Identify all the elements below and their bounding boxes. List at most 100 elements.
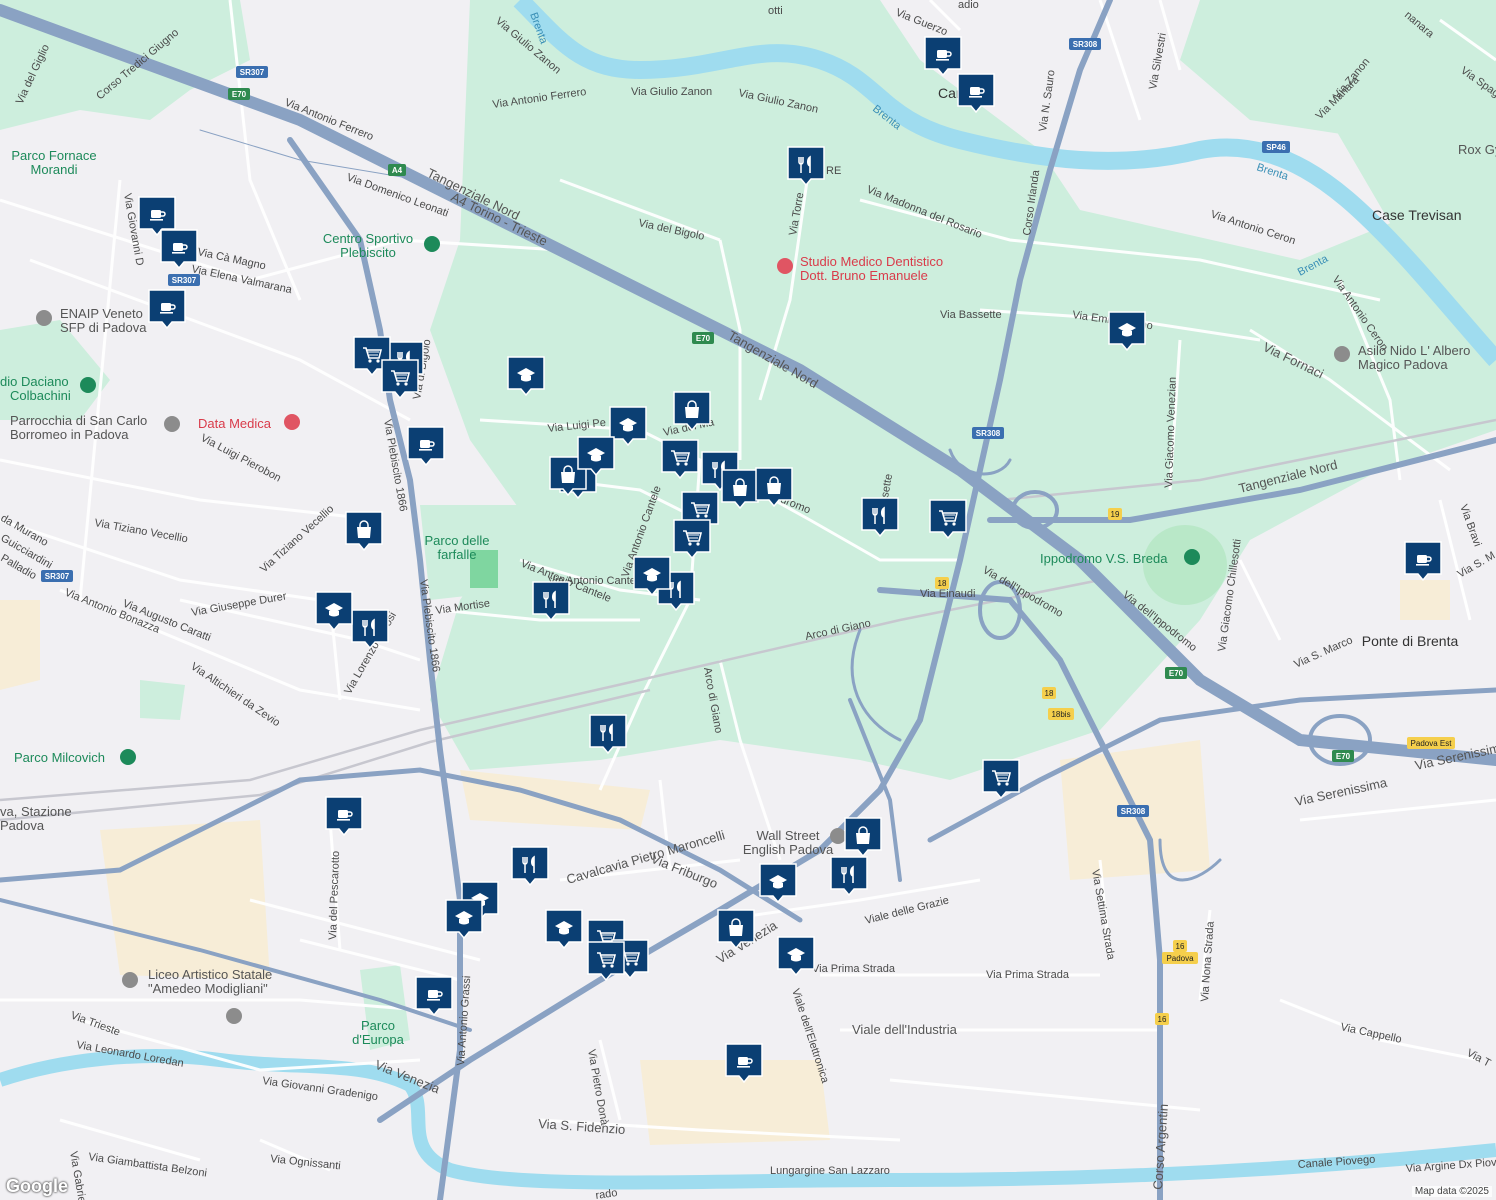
grocery-marker[interactable] xyxy=(929,499,967,540)
shopping-marker[interactable] xyxy=(345,511,383,552)
poi-green-icon xyxy=(80,377,96,393)
road-shield: E70 xyxy=(1332,750,1354,762)
road-shield: 18bis xyxy=(1048,708,1074,720)
google-logo: Google xyxy=(6,1176,68,1196)
place-label: Parco Fornace xyxy=(11,148,96,163)
street-label: RE xyxy=(826,165,841,177)
road-shield: SR308 xyxy=(972,427,1004,439)
road-shield: 18 xyxy=(1042,687,1056,699)
coffee-marker[interactable] xyxy=(407,426,445,467)
place-label: Padova xyxy=(0,818,45,833)
road-shield: Padova Est xyxy=(1407,737,1455,749)
coffee-icon xyxy=(149,209,166,222)
coffee-icon xyxy=(418,439,435,452)
restaurant-marker[interactable] xyxy=(351,609,389,650)
shopping-marker[interactable] xyxy=(673,391,711,432)
street-label: Via Prima Strada xyxy=(812,963,896,975)
grocery-marker[interactable] xyxy=(982,759,1020,800)
coffee-marker[interactable] xyxy=(924,36,962,77)
school-marker[interactable] xyxy=(777,936,815,977)
shopping-marker[interactable] xyxy=(755,467,793,508)
place-label: Parco xyxy=(361,1018,395,1033)
road-shield: 16 xyxy=(1173,940,1187,952)
place-label: Parrocchia di San Carlo xyxy=(10,413,147,428)
place-label: Ponte di Brenta xyxy=(1362,633,1459,649)
street-label: otti xyxy=(768,5,783,17)
coffee-marker[interactable] xyxy=(1404,541,1442,582)
street-label: Via Giulio Zanon xyxy=(631,86,712,98)
restaurant-marker[interactable] xyxy=(511,846,549,887)
road-shield: E70 xyxy=(692,332,714,344)
grocery-marker[interactable] xyxy=(673,519,711,560)
school-marker[interactable] xyxy=(315,591,353,632)
place-label: SFP di Padova xyxy=(60,320,147,335)
place-label: Colbachini xyxy=(10,388,71,403)
school-marker[interactable] xyxy=(445,899,483,940)
place-label: d'Europa xyxy=(352,1032,404,1047)
road-shield: E70 xyxy=(228,88,250,100)
restaurant-marker[interactable] xyxy=(532,581,570,622)
coffee-icon xyxy=(159,302,176,315)
grocery-marker[interactable] xyxy=(381,359,419,400)
school-marker[interactable] xyxy=(545,909,583,950)
poi-green-icon xyxy=(1184,549,1200,565)
svg-text:18: 18 xyxy=(1045,689,1054,698)
svg-text:18bis: 18bis xyxy=(1051,710,1070,719)
coffee-marker[interactable] xyxy=(957,73,995,114)
grocery-marker[interactable] xyxy=(587,941,625,982)
grocery-marker[interactable] xyxy=(661,439,699,480)
school-marker[interactable] xyxy=(577,436,615,477)
svg-text:16: 16 xyxy=(1176,942,1185,951)
poi-green-icon xyxy=(120,749,136,765)
poi-grey-icon xyxy=(164,416,180,432)
place-label: Data Medica xyxy=(198,416,272,431)
street-label: Via Prima Strada xyxy=(986,969,1070,981)
svg-text:16: 16 xyxy=(1158,1015,1167,1024)
svg-text:SP46: SP46 xyxy=(1266,143,1286,152)
shopping-marker[interactable] xyxy=(717,909,755,950)
school-marker[interactable] xyxy=(633,556,671,597)
coffee-icon xyxy=(171,242,188,255)
place-label: Liceo Artistico Statale xyxy=(148,967,272,982)
restaurant-marker[interactable] xyxy=(787,146,825,187)
place-label: Morandi xyxy=(31,162,78,177)
restaurant-marker[interactable] xyxy=(830,856,868,897)
map-canvas[interactable]: SR307 E70 A4 SR307 SR307 SR308 SP46 E70 … xyxy=(0,0,1496,1200)
road-shield: 16 xyxy=(1155,1013,1169,1025)
shopping-marker[interactable] xyxy=(721,469,759,510)
poi-red-icon xyxy=(284,414,300,430)
road-shield: Padova xyxy=(1162,952,1198,964)
place-label: Parco delle xyxy=(424,533,489,548)
place-label: Studio Medico Dentistico xyxy=(800,254,943,269)
school-marker[interactable] xyxy=(609,406,647,447)
place-label: Borromeo in Padova xyxy=(10,427,129,442)
road-shield: 19 xyxy=(1108,508,1122,520)
street-label: Lungargine San Lazzaro xyxy=(770,1165,890,1177)
place-label xyxy=(1438,651,1442,667)
svg-text:A4: A4 xyxy=(392,166,403,175)
road-shield: SR308 xyxy=(1069,38,1101,50)
coffee-marker[interactable] xyxy=(725,1043,763,1084)
coffee-icon xyxy=(336,809,353,822)
place-label: Asilo Nido L' Albero xyxy=(1358,343,1470,358)
svg-text:Padova: Padova xyxy=(1166,954,1194,963)
coffee-marker[interactable] xyxy=(325,796,363,837)
svg-text:19: 19 xyxy=(1111,510,1120,519)
coffee-marker[interactable] xyxy=(148,289,186,330)
svg-text:E70: E70 xyxy=(232,90,247,99)
poi-grey-icon xyxy=(122,972,138,988)
street-label: Via Bassette xyxy=(940,309,1002,321)
restaurant-marker[interactable] xyxy=(589,714,627,755)
coffee-marker[interactable] xyxy=(160,229,198,270)
map-attribution[interactable]: Map data ©2025 xyxy=(1411,1186,1492,1197)
place-label: Wall Street xyxy=(756,828,819,843)
restaurant-marker[interactable] xyxy=(861,497,899,538)
coffee-marker[interactable] xyxy=(415,976,453,1017)
school-marker[interactable] xyxy=(507,356,545,397)
school-marker[interactable] xyxy=(1108,311,1146,352)
shopping-marker[interactable] xyxy=(844,817,882,858)
svg-text:SR308: SR308 xyxy=(1121,807,1146,816)
school-marker[interactable] xyxy=(759,863,797,904)
place-label: farfalle xyxy=(437,547,476,562)
place-label: va, Stazione xyxy=(0,804,72,819)
